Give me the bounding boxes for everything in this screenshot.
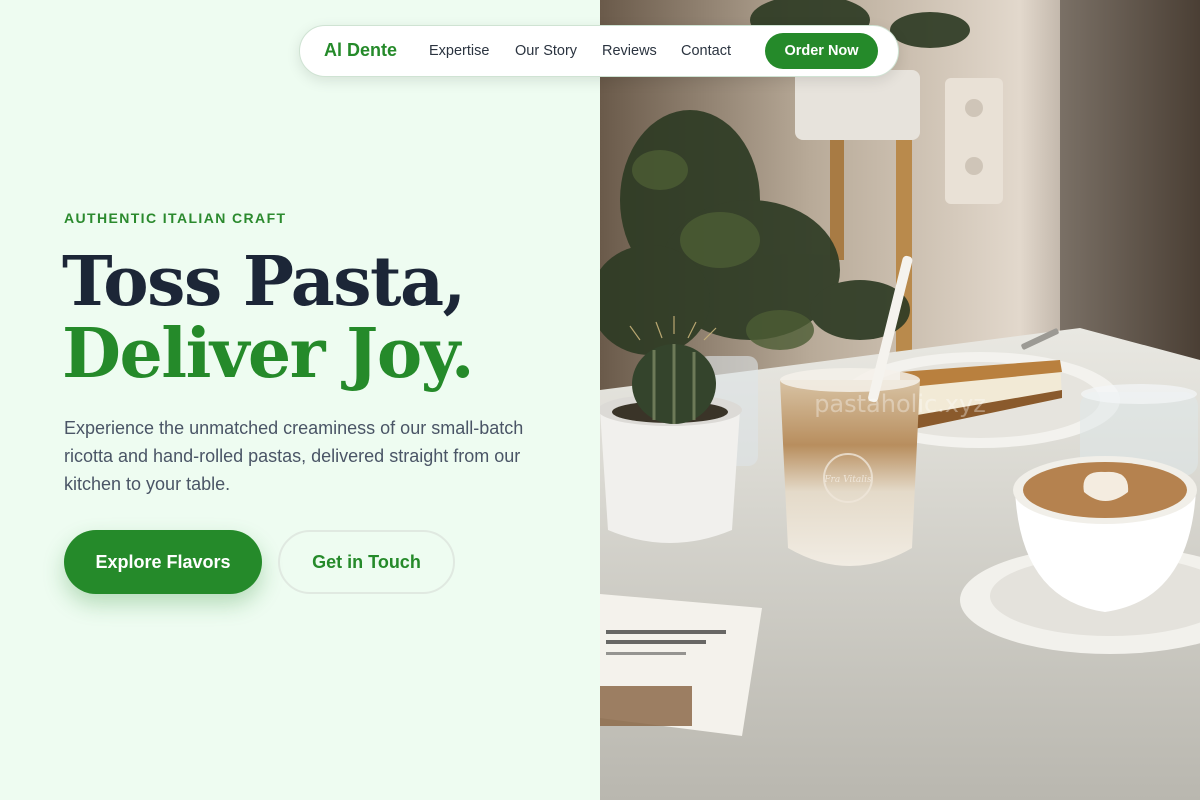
hero-eyebrow: AUTHENTIC ITALIAN CRAFT (64, 210, 287, 226)
nav-link-expertise[interactable]: Expertise (429, 43, 489, 59)
headline-line-2: Deliver Joy. (62, 314, 475, 394)
nav-link-reviews[interactable]: Reviews (602, 43, 657, 59)
hero-description: Experience the unmatched creaminess of o… (64, 418, 524, 494)
hero-headline: Toss Pasta, Deliver Joy. (62, 242, 475, 394)
order-now-button[interactable]: Order Now (765, 33, 878, 69)
explore-flavors-button[interactable]: Explore Flavors (64, 530, 262, 594)
top-navigation: Al Dente Expertise Our Story Reviews Con… (299, 25, 899, 77)
nav-link-contact[interactable]: Contact (681, 43, 731, 59)
get-in-touch-button[interactable]: Get in Touch (278, 530, 455, 594)
brand-logo[interactable]: Al Dente (324, 40, 397, 61)
nav-link-our-story[interactable]: Our Story (515, 43, 577, 59)
cup-logo-text: Fra Vitalis (823, 475, 872, 485)
hero-left-panel (0, 0, 600, 800)
photo-watermark: pastaholic.xyz (814, 390, 986, 418)
hero-photo: Fra Vitalis pastaholic.xyz (600, 0, 1200, 800)
headline-line-1: Toss Pasta, (62, 242, 466, 322)
